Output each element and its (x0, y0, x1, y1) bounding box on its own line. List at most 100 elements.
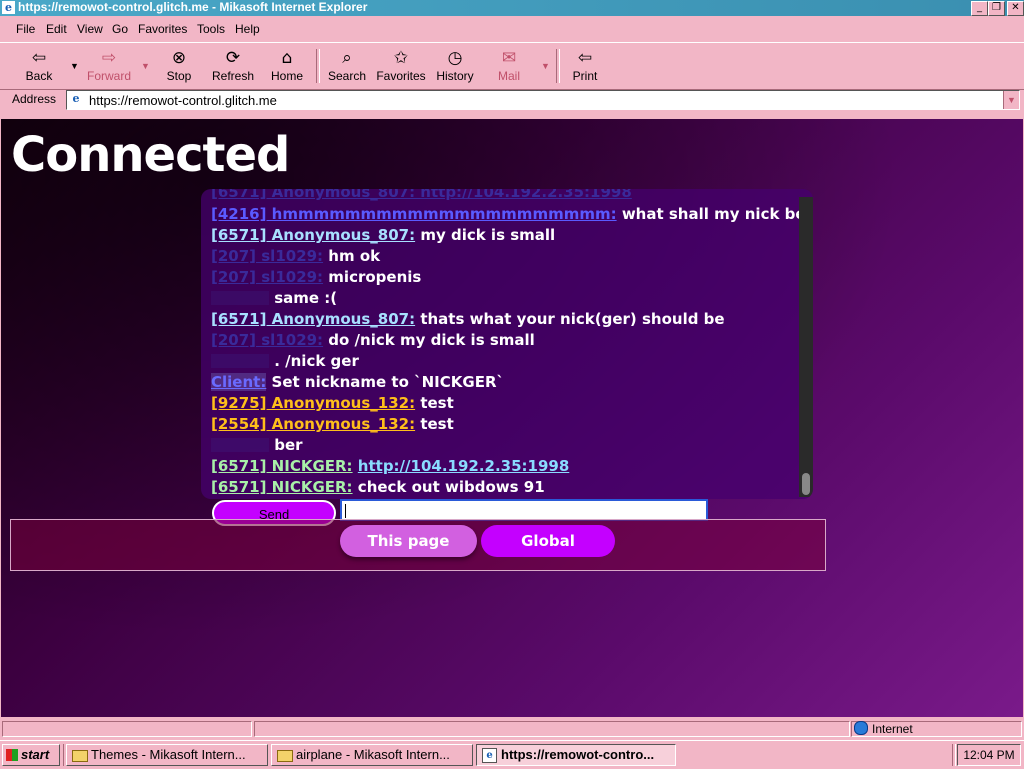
tab-global[interactable]: Global (481, 525, 615, 557)
forward-button[interactable]: ⇨ Forward (81, 47, 137, 83)
status-bar: Internet (0, 719, 1024, 739)
chat-sender-hidden (211, 291, 269, 305)
history-button[interactable]: ◷ History (427, 47, 483, 83)
history-label: History (436, 69, 474, 83)
chat-message: [9275] Anonymous_132: test (211, 394, 454, 412)
home-icon: ⌂ (281, 48, 293, 68)
text-caret (345, 504, 346, 518)
history-icon: ◷ (447, 48, 463, 68)
chat-text: Set nickname to `NICKGER` (271, 373, 505, 391)
chat-message: . /nick ger (211, 352, 359, 370)
chat-sender-hidden (211, 438, 269, 452)
address-dropdown-icon[interactable]: ▼ (1003, 91, 1019, 109)
chat-message: [2554] Anonymous_132: test (211, 415, 454, 433)
chat-message: [4216] hmmmmmmmmmmmmmmmmmmmmm: what shal… (211, 205, 806, 223)
chat-sender[interactable]: [6571] Anonymous_807: (211, 310, 415, 328)
chat-sender[interactable]: [6571] NICKGER: (211, 457, 353, 475)
chat-sender[interactable]: [6571] NICKGER: (211, 478, 353, 496)
task-remowot[interactable]: e https://remowot-contro... (476, 744, 676, 766)
forward-dropdown-icon[interactable]: ▼ (141, 61, 150, 71)
chat-sender[interactable]: [207] sl1029: (211, 247, 323, 265)
forward-arrow-icon: ⇨ (101, 48, 117, 68)
folder-icon (277, 750, 293, 762)
home-button[interactable]: ⌂ Home (259, 47, 315, 83)
start-button[interactable]: start (2, 744, 60, 766)
tab-this-page[interactable]: This page (340, 525, 477, 557)
back-arrow-icon: ⇦ (31, 48, 47, 68)
chat-text: hm ok (328, 247, 381, 265)
menu-go[interactable]: Go (112, 22, 128, 36)
mail-button[interactable]: ✉ Mail (481, 47, 537, 83)
address-bar: Address e https://remowot-control.glitch… (0, 88, 1024, 112)
task-label: airplane - Mikasoft Intern... (296, 747, 450, 762)
chat-scroll-thumb[interactable] (802, 473, 810, 495)
back-label: Back (25, 69, 53, 83)
address-value: https://remowot-control.glitch.me (89, 93, 277, 108)
chat-input[interactable] (340, 499, 708, 521)
chat-sender[interactable]: [2554] Anonymous_132: (211, 415, 415, 433)
chat-link[interactable]: http://104.192.2.35:1998 (358, 457, 570, 475)
folder-icon (72, 750, 88, 762)
chat-sender[interactable]: [207] sl1029: (211, 331, 323, 349)
stop-icon: ⊗ (171, 48, 187, 68)
chat-sender[interactable]: [6571] Anonymous_807: (211, 226, 415, 244)
security-zone: Internet (854, 721, 913, 736)
back-dropdown-icon[interactable]: ▼ (70, 61, 79, 71)
forward-label: Forward (86, 69, 131, 83)
task-themes[interactable]: Themes - Mikasoft Intern... (66, 744, 268, 766)
chat-text: test (420, 415, 454, 433)
chat-text: thats what your nick(ger) should be (420, 310, 725, 328)
mail-icon: ✉ (501, 48, 517, 68)
page-viewport: Connected [6571] Anonymous_807: http://1… (1, 119, 1023, 717)
chat-message: [6571] Anonymous_807: my dick is small (211, 226, 555, 244)
task-label: Themes - Mikasoft Intern... (91, 747, 246, 762)
search-label: Search (327, 69, 367, 83)
toolbar: ⇦ Back ▼ ⇨ Forward ▼ ⊗ Stop ⟳ Refresh ⌂ … (0, 42, 1024, 90)
mail-dropdown-icon[interactable]: ▼ (541, 61, 550, 71)
chat-text: same :( (274, 289, 338, 307)
chat-sender[interactable]: [4216] hmmmmmmmmmmmmmmmmmmmmm: (211, 205, 617, 223)
chat-sender-hidden (211, 354, 269, 368)
start-label: start (21, 747, 50, 762)
menu-file[interactable]: File (16, 22, 35, 36)
chat-text: test (420, 394, 454, 412)
window-title: https://remowot-control.glitch.me - Mika… (18, 0, 368, 14)
taskbar-divider (952, 744, 956, 766)
page-icon: e (72, 92, 80, 105)
chat-sender[interactable]: Client: (211, 373, 267, 391)
chat-text: ber (274, 436, 303, 454)
menu-help[interactable]: Help (235, 22, 260, 36)
search-button[interactable]: ⌕ Search (319, 47, 375, 83)
menu-edit[interactable]: Edit (46, 22, 67, 36)
close-button[interactable]: ✕ (1007, 1, 1024, 16)
chat-message: [6571] Anonymous_807: thats what your ni… (211, 310, 725, 328)
address-input[interactable]: e https://remowot-control.glitch.me ▼ (66, 90, 1020, 110)
chat-line-clipped: [6571] Anonymous_807: http://104.192.2.3… (211, 189, 632, 201)
chat-sender[interactable]: [207] sl1029: (211, 268, 323, 286)
taskbar: start Themes - Mikasoft Intern... airpla… (0, 740, 1024, 769)
chat-scope-tabs: This page Global (10, 519, 826, 571)
ie-icon: e (2, 1, 15, 14)
chat-sender[interactable]: [9275] Anonymous_132: (211, 394, 415, 412)
home-label: Home (270, 69, 303, 83)
favorites-folder-icon: ✩ (393, 48, 409, 68)
back-button[interactable]: ⇦ Back (11, 47, 67, 83)
maximize-button[interactable]: ❐ (988, 1, 1005, 16)
print-button[interactable]: ⇦ Print (557, 47, 613, 83)
chat-log[interactable]: [6571] Anonymous_807: http://104.192.2.3… (201, 189, 813, 499)
chat-scrollbar[interactable] (799, 197, 813, 497)
refresh-button[interactable]: ⟳ Refresh (205, 47, 261, 83)
status-pane-progress (254, 721, 850, 737)
stop-button[interactable]: ⊗ Stop (151, 47, 207, 83)
task-airplane[interactable]: airplane - Mikasoft Intern... (271, 744, 473, 766)
chat-text: check out wibdows 91 (357, 478, 545, 496)
menu-view[interactable]: View (77, 22, 103, 36)
minimize-button[interactable]: _ (971, 1, 988, 16)
menu-favorites[interactable]: Favorites (138, 22, 187, 36)
chat-message: [207] sl1029: do /nick my dick is small (211, 331, 535, 349)
favorites-button[interactable]: ✩ Favorites (373, 47, 429, 83)
menu-tools[interactable]: Tools (197, 22, 225, 36)
title-bar: e https://remowot-control.glitch.me - Mi… (0, 0, 1024, 16)
refresh-label: Refresh (211, 69, 255, 83)
search-icon: ⌕ (342, 48, 352, 68)
